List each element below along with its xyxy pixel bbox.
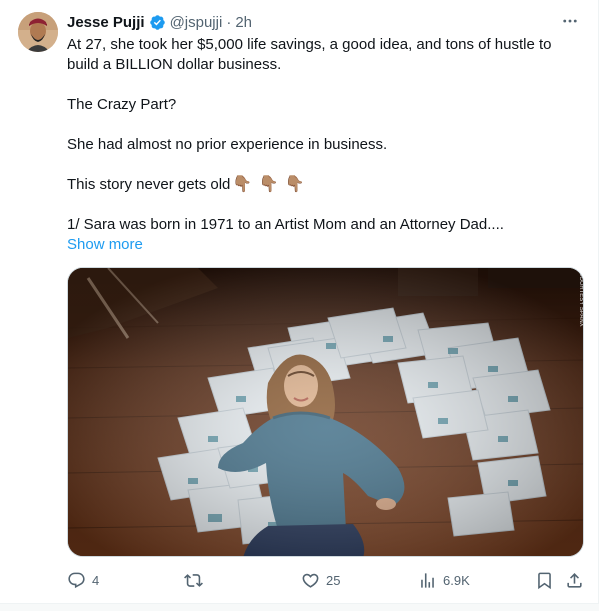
reply-count: 4 — [92, 572, 100, 588]
verified-badge-icon — [149, 14, 165, 30]
more-dots-glyph — [563, 19, 577, 23]
tweet-line-4-text: This story never gets old — [67, 176, 231, 193]
avatar-image — [18, 12, 58, 52]
tweet-line-4: This story never gets old 👇🏽 👇🏽 👇🏽 — [67, 175, 577, 195]
tweet-line-2: The Crazy Part? — [67, 96, 177, 113]
views-icon — [421, 572, 434, 588]
tweet-line-3: She had almost no prior experience in bu… — [67, 136, 388, 153]
author-handle[interactable]: @jspujji — [170, 14, 223, 31]
bottom-divider — [0, 603, 599, 611]
bookmark-icon — [538, 572, 551, 589]
like-count: 25 — [326, 572, 341, 588]
more-horizontal-icon[interactable] — [559, 10, 581, 32]
separator-dot: · — [226, 13, 232, 31]
timestamp[interactable]: 2h — [235, 14, 252, 31]
pointing-down-emoji: 👇🏽 — [258, 176, 279, 193]
photo-watermark: COURTESY SPANX — [578, 272, 584, 327]
like-button[interactable]: 25 — [301, 568, 340, 592]
photo-woman-with-envelopes: COURTESY SPANX — [68, 268, 584, 556]
retweet-icon — [184, 573, 203, 587]
retweet-button[interactable] — [184, 568, 203, 592]
avatar[interactable] — [18, 12, 58, 52]
views-count: 6.9K — [443, 572, 470, 588]
share-icon — [567, 572, 582, 588]
pointing-down-emoji: 👇🏽 — [284, 176, 305, 193]
pointing-down-emoji: 👇🏽 — [232, 176, 253, 193]
share-button[interactable] — [565, 568, 584, 592]
views-button[interactable]: 6.9K — [418, 568, 470, 592]
tweet-header: Jesse Pujji @jspujji · 2h — [67, 12, 252, 32]
author-name[interactable]: Jesse Pujji — [67, 14, 145, 31]
tweet-photo[interactable]: COURTESY SPANX — [67, 267, 584, 557]
reply-button[interactable]: 4 — [67, 568, 99, 592]
tweet-card[interactable]: Jesse Pujji @jspujji · 2h At 27, she too… — [0, 0, 599, 611]
heart-icon — [302, 573, 319, 588]
bookmark-button[interactable] — [535, 568, 554, 592]
reply-icon — [68, 572, 85, 588]
tweet-line-5: 1/ Sara was born in 1971 to an Artist Mo… — [67, 216, 504, 233]
tweet-text: At 27, she took her $5,000 life savings,… — [67, 35, 577, 255]
tweet-line-1: At 27, she took her $5,000 life savings,… — [67, 36, 552, 73]
action-bar: 4 25 6.9K — [67, 568, 586, 592]
show-more-link[interactable]: Show more — [67, 235, 143, 255]
